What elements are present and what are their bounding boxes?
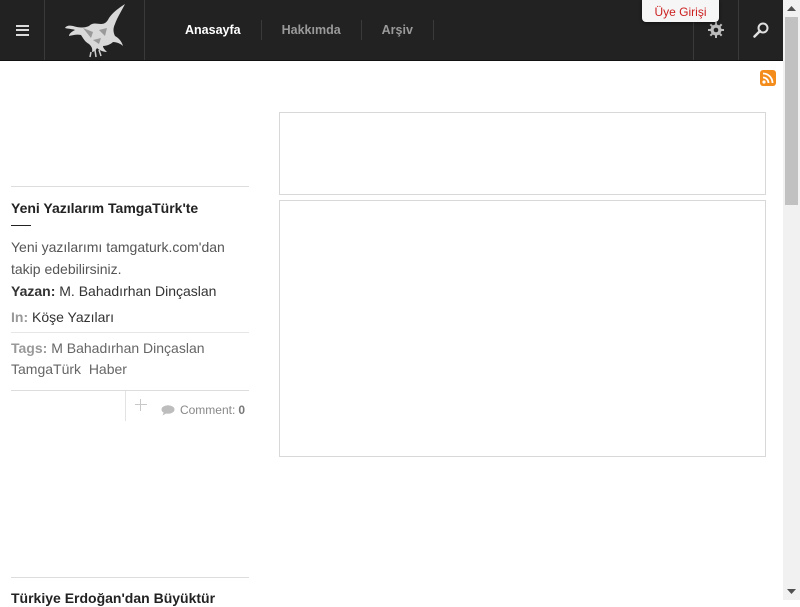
article-tags: Tags: M Bahadırhan Dinçaslan TamgaTürk H… (11, 338, 249, 391)
article-card: Yeni Yazılarım TamgaTürk'te Yeni yazılar… (11, 186, 249, 421)
article-title[interactable]: Yeni Yazılarım TamgaTürk'te (11, 200, 249, 217)
rss-icon[interactable] (760, 70, 776, 86)
article-card-2: Türkiye Erdoğan'dan Büyüktür (11, 577, 249, 607)
crow-logo (64, 4, 125, 58)
scroll-up-arrow[interactable] (783, 0, 800, 17)
main-nav: Anasayfa Hakkımda Arşiv (165, 0, 434, 60)
nav-home[interactable]: Anasayfa (165, 20, 262, 40)
category-label: In: (11, 309, 29, 325)
vertical-scrollbar[interactable] (783, 0, 800, 600)
site-logo[interactable] (45, 0, 145, 60)
hamburger-icon (15, 24, 29, 36)
category-link[interactable]: Köşe Yazıları (32, 309, 114, 325)
tags-label: Tags: (11, 340, 48, 356)
gear-icon (708, 22, 724, 38)
nav-about[interactable]: Hakkımda (262, 20, 362, 40)
comment-label: Comment: (179, 403, 236, 417)
title-divider (11, 225, 31, 226)
member-login-button[interactable]: Üye Girişi (642, 0, 719, 22)
content-box-main (279, 200, 766, 457)
comment-icon (161, 404, 175, 415)
article-author-row: Yazan: M. Bahadırhan Dinçaslan (11, 280, 249, 302)
content-box-top (279, 112, 766, 195)
article-actions: Comment: 0 (11, 391, 249, 421)
scrollbar-thumb[interactable] (785, 17, 798, 205)
search-icon (753, 22, 769, 38)
author-link[interactable]: M. Bahadırhan Dinçaslan (59, 283, 216, 299)
search-button[interactable] (738, 0, 783, 60)
comment-count: 0 (238, 403, 245, 417)
tag-link[interactable]: TamgaTürk (11, 361, 81, 377)
menu-button[interactable] (0, 0, 45, 60)
article-excerpt: Yeni yazılarımı tamgaturk.com'dan takip … (11, 239, 225, 277)
actions-divider (125, 391, 126, 421)
top-navbar: Anasayfa Hakkımda Arşiv Üye Girişi (0, 0, 783, 61)
scroll-down-arrow[interactable] (783, 583, 800, 600)
author-label: Yazan: (11, 283, 56, 299)
nav-archive[interactable]: Arşiv (362, 20, 434, 40)
tag-link[interactable]: M Bahadırhan Dinçaslan (51, 340, 204, 356)
article-title-2[interactable]: Türkiye Erdoğan'dan Büyüktür (11, 590, 249, 607)
tag-link[interactable]: Haber (89, 361, 127, 377)
comment-link[interactable]: Comment: 0 (161, 403, 245, 417)
article-category-row: In: Köşe Yazıları (11, 306, 249, 333)
plus-icon[interactable] (135, 399, 147, 411)
